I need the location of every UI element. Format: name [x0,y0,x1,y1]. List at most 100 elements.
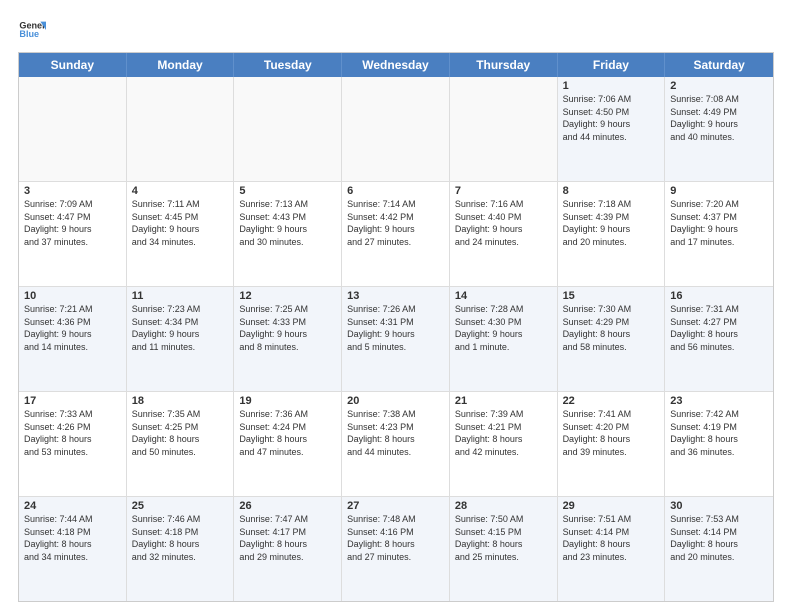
day-info: Sunrise: 7:31 AM Sunset: 4:27 PM Dayligh… [670,303,768,353]
calendar-cell: 11Sunrise: 7:23 AM Sunset: 4:34 PM Dayli… [127,287,235,391]
calendar-row: 1Sunrise: 7:06 AM Sunset: 4:50 PM Daylig… [19,77,773,181]
page-header: General Blue [18,16,774,44]
day-info: Sunrise: 7:30 AM Sunset: 4:29 PM Dayligh… [563,303,660,353]
calendar-cell: 19Sunrise: 7:36 AM Sunset: 4:24 PM Dayli… [234,392,342,496]
calendar-cell: 23Sunrise: 7:42 AM Sunset: 4:19 PM Dayli… [665,392,773,496]
day-number: 19 [239,395,336,407]
calendar-cell: 21Sunrise: 7:39 AM Sunset: 4:21 PM Dayli… [450,392,558,496]
calendar-cell: 18Sunrise: 7:35 AM Sunset: 4:25 PM Dayli… [127,392,235,496]
day-info: Sunrise: 7:41 AM Sunset: 4:20 PM Dayligh… [563,408,660,458]
day-info: Sunrise: 7:53 AM Sunset: 4:14 PM Dayligh… [670,513,768,563]
day-number: 23 [670,395,768,407]
day-info: Sunrise: 7:28 AM Sunset: 4:30 PM Dayligh… [455,303,552,353]
calendar-cell: 7Sunrise: 7:16 AM Sunset: 4:40 PM Daylig… [450,182,558,286]
day-info: Sunrise: 7:42 AM Sunset: 4:19 PM Dayligh… [670,408,768,458]
calendar-cell: 15Sunrise: 7:30 AM Sunset: 4:29 PM Dayli… [558,287,666,391]
day-number: 25 [132,500,229,512]
day-number: 8 [563,185,660,197]
day-number: 5 [239,185,336,197]
calendar-cell: 24Sunrise: 7:44 AM Sunset: 4:18 PM Dayli… [19,497,127,601]
calendar-cell: 22Sunrise: 7:41 AM Sunset: 4:20 PM Dayli… [558,392,666,496]
day-info: Sunrise: 7:39 AM Sunset: 4:21 PM Dayligh… [455,408,552,458]
calendar-cell: 30Sunrise: 7:53 AM Sunset: 4:14 PM Dayli… [665,497,773,601]
calendar-cell [450,77,558,181]
calendar-cell: 27Sunrise: 7:48 AM Sunset: 4:16 PM Dayli… [342,497,450,601]
calendar-cell [127,77,235,181]
weekday-header: Saturday [665,53,773,77]
day-number: 16 [670,290,768,302]
day-number: 21 [455,395,552,407]
day-number: 24 [24,500,121,512]
calendar-cell: 26Sunrise: 7:47 AM Sunset: 4:17 PM Dayli… [234,497,342,601]
day-info: Sunrise: 7:36 AM Sunset: 4:24 PM Dayligh… [239,408,336,458]
weekday-header: Friday [558,53,666,77]
weekday-header: Sunday [19,53,127,77]
day-info: Sunrise: 7:20 AM Sunset: 4:37 PM Dayligh… [670,198,768,248]
day-number: 28 [455,500,552,512]
day-number: 20 [347,395,444,407]
calendar-cell: 20Sunrise: 7:38 AM Sunset: 4:23 PM Dayli… [342,392,450,496]
calendar-cell: 4Sunrise: 7:11 AM Sunset: 4:45 PM Daylig… [127,182,235,286]
calendar-cell: 14Sunrise: 7:28 AM Sunset: 4:30 PM Dayli… [450,287,558,391]
day-number: 7 [455,185,552,197]
calendar-cell: 16Sunrise: 7:31 AM Sunset: 4:27 PM Dayli… [665,287,773,391]
day-info: Sunrise: 7:06 AM Sunset: 4:50 PM Dayligh… [563,93,660,143]
day-number: 6 [347,185,444,197]
day-number: 15 [563,290,660,302]
day-info: Sunrise: 7:38 AM Sunset: 4:23 PM Dayligh… [347,408,444,458]
svg-text:Blue: Blue [19,29,39,39]
day-info: Sunrise: 7:47 AM Sunset: 4:17 PM Dayligh… [239,513,336,563]
day-number: 26 [239,500,336,512]
day-info: Sunrise: 7:08 AM Sunset: 4:49 PM Dayligh… [670,93,768,143]
day-info: Sunrise: 7:35 AM Sunset: 4:25 PM Dayligh… [132,408,229,458]
day-number: 17 [24,395,121,407]
day-number: 29 [563,500,660,512]
weekday-header: Tuesday [234,53,342,77]
day-number: 30 [670,500,768,512]
calendar-row: 17Sunrise: 7:33 AM Sunset: 4:26 PM Dayli… [19,391,773,496]
day-number: 1 [563,80,660,92]
day-info: Sunrise: 7:21 AM Sunset: 4:36 PM Dayligh… [24,303,121,353]
calendar: SundayMondayTuesdayWednesdayThursdayFrid… [18,52,774,602]
day-info: Sunrise: 7:09 AM Sunset: 4:47 PM Dayligh… [24,198,121,248]
calendar-cell: 29Sunrise: 7:51 AM Sunset: 4:14 PM Dayli… [558,497,666,601]
day-number: 10 [24,290,121,302]
calendar-cell [234,77,342,181]
calendar-row: 24Sunrise: 7:44 AM Sunset: 4:18 PM Dayli… [19,496,773,601]
day-info: Sunrise: 7:48 AM Sunset: 4:16 PM Dayligh… [347,513,444,563]
calendar-cell: 25Sunrise: 7:46 AM Sunset: 4:18 PM Dayli… [127,497,235,601]
day-info: Sunrise: 7:14 AM Sunset: 4:42 PM Dayligh… [347,198,444,248]
weekday-header: Thursday [450,53,558,77]
day-number: 14 [455,290,552,302]
day-number: 9 [670,185,768,197]
calendar-cell: 10Sunrise: 7:21 AM Sunset: 4:36 PM Dayli… [19,287,127,391]
day-number: 12 [239,290,336,302]
day-info: Sunrise: 7:26 AM Sunset: 4:31 PM Dayligh… [347,303,444,353]
logo: General Blue [18,16,46,44]
day-number: 4 [132,185,229,197]
day-info: Sunrise: 7:25 AM Sunset: 4:33 PM Dayligh… [239,303,336,353]
calendar-cell [19,77,127,181]
calendar-cell: 12Sunrise: 7:25 AM Sunset: 4:33 PM Dayli… [234,287,342,391]
day-info: Sunrise: 7:23 AM Sunset: 4:34 PM Dayligh… [132,303,229,353]
day-number: 27 [347,500,444,512]
calendar-cell: 9Sunrise: 7:20 AM Sunset: 4:37 PM Daylig… [665,182,773,286]
day-number: 18 [132,395,229,407]
calendar-cell: 2Sunrise: 7:08 AM Sunset: 4:49 PM Daylig… [665,77,773,181]
calendar-body: 1Sunrise: 7:06 AM Sunset: 4:50 PM Daylig… [19,77,773,601]
day-number: 3 [24,185,121,197]
calendar-cell [342,77,450,181]
calendar-cell: 5Sunrise: 7:13 AM Sunset: 4:43 PM Daylig… [234,182,342,286]
day-number: 2 [670,80,768,92]
day-number: 11 [132,290,229,302]
calendar-row: 3Sunrise: 7:09 AM Sunset: 4:47 PM Daylig… [19,181,773,286]
day-info: Sunrise: 7:13 AM Sunset: 4:43 PM Dayligh… [239,198,336,248]
day-info: Sunrise: 7:18 AM Sunset: 4:39 PM Dayligh… [563,198,660,248]
day-info: Sunrise: 7:11 AM Sunset: 4:45 PM Dayligh… [132,198,229,248]
day-number: 22 [563,395,660,407]
calendar-header: SundayMondayTuesdayWednesdayThursdayFrid… [19,53,773,77]
calendar-cell: 8Sunrise: 7:18 AM Sunset: 4:39 PM Daylig… [558,182,666,286]
day-info: Sunrise: 7:51 AM Sunset: 4:14 PM Dayligh… [563,513,660,563]
calendar-cell: 17Sunrise: 7:33 AM Sunset: 4:26 PM Dayli… [19,392,127,496]
day-info: Sunrise: 7:46 AM Sunset: 4:18 PM Dayligh… [132,513,229,563]
